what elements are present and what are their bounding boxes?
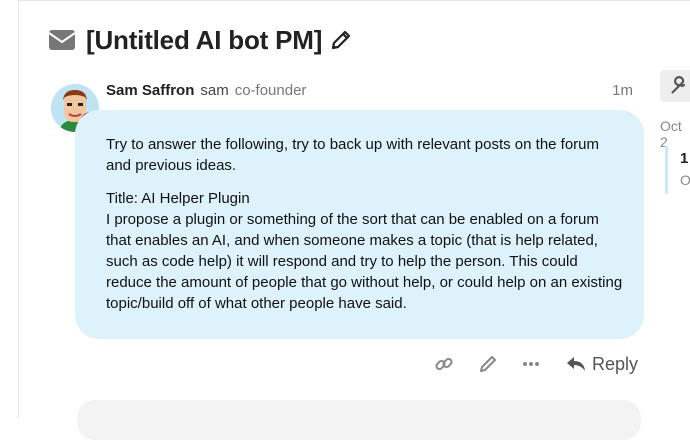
post-body: Try to answer the following, try to back… — [106, 134, 626, 326]
timeline-rail[interactable] — [665, 146, 668, 194]
post-paragraph: Title: AI Helper Plugin — [106, 190, 250, 207]
topic-title[interactable]: [Untitled AI bot PM] — [86, 25, 322, 56]
timeline-sublabel: O — [680, 172, 690, 188]
wrench-icon — [671, 76, 686, 94]
timeline-position: 1 — [680, 150, 689, 167]
post-paragraph: Try to answer the following, try to back… — [106, 136, 600, 174]
reply-label: Reply — [592, 353, 639, 374]
reply-button[interactable]: Reply — [566, 352, 638, 376]
pencil-icon[interactable] — [330, 29, 352, 51]
more-icon[interactable] — [521, 354, 541, 374]
post-username[interactable]: Sam Saffron — [106, 82, 194, 99]
next-post-preview — [77, 400, 641, 440]
post-paragraph: I propose a plugin or something of the s… — [106, 211, 623, 312]
envelope-icon — [48, 30, 76, 50]
edit-icon[interactable] — [478, 354, 498, 374]
frame-left-border — [18, 0, 19, 418]
link-icon[interactable] — [434, 354, 454, 374]
topic-title-row: [Untitled AI bot PM] — [48, 22, 352, 58]
post-meta: Sam Saffron sam co-founder 1m — [106, 82, 636, 102]
post-user-title: co-founder — [234, 82, 307, 99]
reply-icon — [567, 357, 585, 371]
admin-tools-button[interactable] — [660, 70, 690, 102]
frame-top-border — [18, 0, 690, 1]
post-bubble: Try to answer the following, try to back… — [75, 110, 644, 339]
post-age[interactable]: 1m — [612, 82, 633, 99]
post-user-handle[interactable]: sam — [200, 82, 228, 99]
